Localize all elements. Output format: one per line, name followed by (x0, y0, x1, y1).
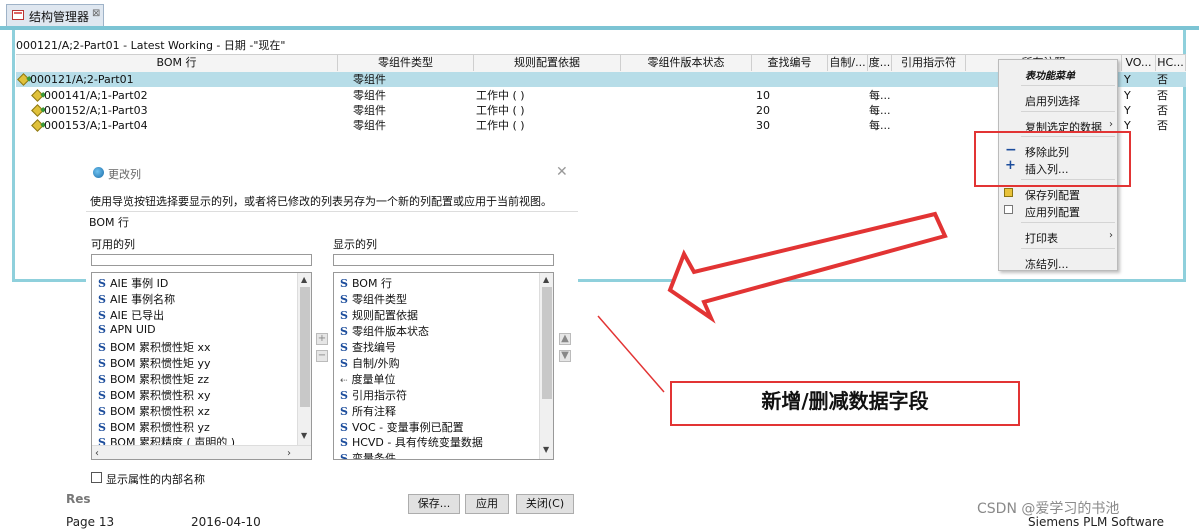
doc-fragment: Res (66, 492, 91, 506)
annotation-pointer-line (597, 315, 665, 393)
annotation-overlay (597, 211, 948, 393)
doc-page-number: Page 13 (66, 515, 115, 529)
annotation-arrow (667, 211, 948, 324)
watermark: CSDN @爱学习的书池 (977, 501, 1120, 517)
annotation-text: 新增/删减数据字段 (761, 389, 929, 413)
doc-date: 2016-04-10 (191, 515, 261, 529)
